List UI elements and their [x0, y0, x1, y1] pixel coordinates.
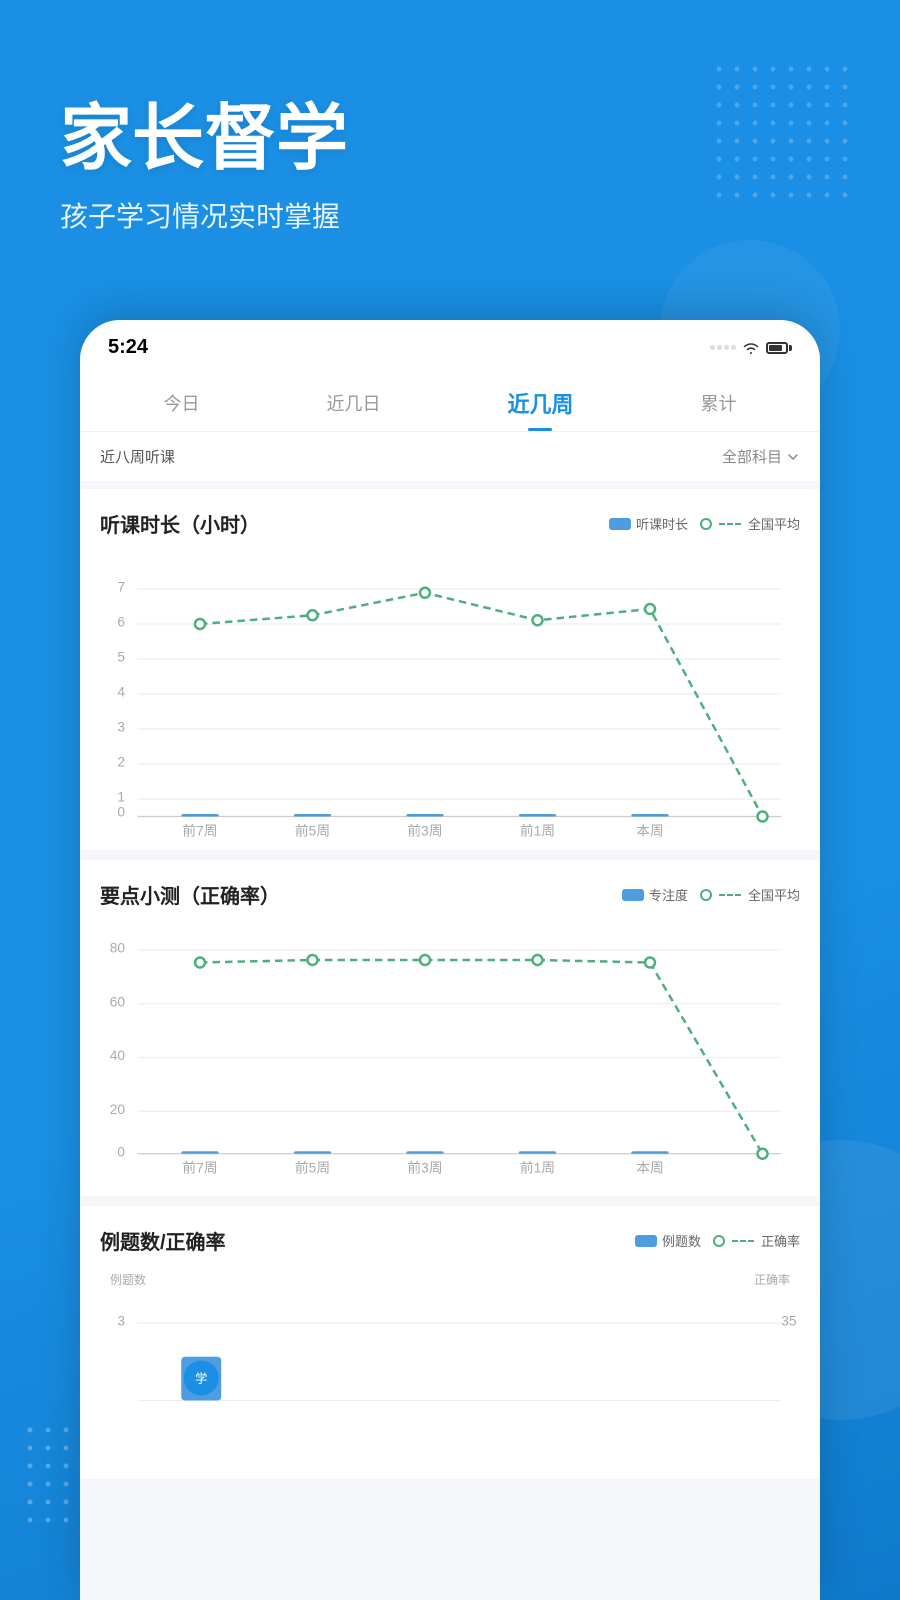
svg-text:60: 60 — [110, 994, 126, 1009]
svg-text:前3周: 前3周 — [407, 822, 442, 838]
tab-total[interactable]: 累计 — [684, 382, 752, 428]
tab-recent-days[interactable]: 近几日 — [310, 382, 396, 428]
legend-line-1: 全国平均 — [700, 514, 800, 533]
svg-text:4: 4 — [117, 685, 125, 700]
scroll-content[interactable]: 近八周听课 全部科目 听课时长（小时） 听课时长 — [80, 432, 820, 1600]
chart-header-2: 要点小测（正确率） 专注度 全国平均 — [100, 880, 800, 909]
signal-icon — [710, 345, 736, 350]
status-bar: 5:24 — [80, 320, 820, 367]
dot-grid-top — [710, 60, 870, 220]
y-right-label: 正确率 — [754, 1271, 790, 1288]
chart-svg-1: 7 6 5 4 3 2 1 0 — [100, 554, 800, 829]
chart-svg-3: 3 35 学 — [100, 1288, 800, 1413]
svg-text:本周: 本周 — [636, 823, 664, 838]
chart-title-1: 听课时长（小时） — [100, 509, 260, 538]
svg-text:前5周: 前5周 — [295, 1160, 330, 1176]
svg-text:2: 2 — [117, 755, 125, 770]
chart-legend-1: 听课时长 全国平均 — [609, 514, 800, 533]
svg-text:40: 40 — [110, 1048, 126, 1063]
svg-text:1: 1 — [117, 790, 125, 805]
filter-label: 近八周听课 — [100, 446, 175, 467]
battery-icon — [766, 342, 792, 354]
svg-text:3: 3 — [117, 1314, 125, 1329]
wifi-icon — [742, 341, 760, 355]
legend-bar-2: 专注度 — [622, 885, 688, 904]
chart-legend-3: 例题数 正确率 — [635, 1231, 800, 1250]
legend-bar-1: 听课时长 — [609, 514, 688, 533]
status-time: 5:24 — [108, 336, 148, 359]
legend-line-3: 正确率 — [713, 1231, 800, 1250]
svg-text:0: 0 — [117, 1144, 125, 1159]
chart-svg-wrap-3: 3 35 学 — [100, 1288, 800, 1418]
svg-text:前5周: 前5周 — [295, 822, 330, 838]
svg-text:0: 0 — [117, 805, 125, 820]
chart-title-3: 例题数/正确率 — [100, 1226, 226, 1255]
legend-line-2: 全国平均 — [700, 885, 800, 904]
svg-text:7: 7 — [117, 580, 125, 595]
svg-text:80: 80 — [110, 941, 126, 956]
svg-text:前1周: 前1周 — [520, 822, 555, 838]
status-icons — [710, 341, 792, 355]
svg-text:3: 3 — [117, 720, 125, 735]
svg-text:35: 35 — [781, 1314, 797, 1329]
dual-axis-labels: 例题数 正确率 — [100, 1271, 800, 1288]
legend-bar-3: 例题数 — [635, 1231, 701, 1250]
chart-svg-wrap-2: 80 60 40 20 0 — [100, 925, 800, 1180]
phone-inner: 5:24 — [80, 320, 820, 1600]
hero-section: 家长督学 孩子学习情况实时掌握 — [60, 100, 348, 235]
svg-text:本周: 本周 — [636, 1161, 664, 1176]
phone-mockup: 5:24 — [80, 320, 820, 1600]
chart-quiz-accuracy: 要点小测（正确率） 专注度 全国平均 — [80, 860, 820, 1196]
chart-title-2: 要点小测（正确率） — [100, 880, 280, 909]
chevron-down-icon — [786, 450, 800, 464]
svg-text:5: 5 — [117, 650, 125, 665]
filter-row: 近八周听课 全部科目 — [80, 432, 820, 481]
hero-title: 家长督学 — [60, 100, 348, 179]
chart-listening-duration: 听课时长（小时） 听课时长 全国平均 — [80, 489, 820, 850]
filter-select[interactable]: 全部科目 — [722, 446, 800, 467]
chart-legend-2: 专注度 全国平均 — [622, 885, 800, 904]
svg-text:前1周: 前1周 — [520, 1160, 555, 1176]
svg-text:前3周: 前3周 — [407, 1160, 442, 1176]
chart-svg-wrap-1: 7 6 5 4 3 2 1 0 — [100, 554, 800, 834]
tab-recent-weeks[interactable]: 近几周 — [491, 379, 589, 431]
chart-header-1: 听课时长（小时） 听课时长 全国平均 — [100, 509, 800, 538]
hero-subtitle: 孩子学习情况实时掌握 — [60, 195, 348, 235]
svg-text:6: 6 — [117, 615, 125, 630]
chart-examples: 例题数/正确率 例题数 正确率 — [80, 1206, 820, 1478]
svg-text:前7周: 前7周 — [182, 1160, 217, 1176]
svg-text:20: 20 — [110, 1102, 126, 1117]
svg-text:前7周: 前7周 — [182, 822, 217, 838]
tab-today[interactable]: 今日 — [147, 382, 215, 428]
tab-navigation: 今日 近几日 近几周 累计 — [80, 367, 820, 432]
y-left-label: 例题数 — [110, 1271, 146, 1288]
chart-svg-2: 80 60 40 20 0 — [100, 925, 800, 1175]
chart-header-3: 例题数/正确率 例题数 正确率 — [100, 1226, 800, 1255]
svg-text:学: 学 — [195, 1371, 208, 1386]
